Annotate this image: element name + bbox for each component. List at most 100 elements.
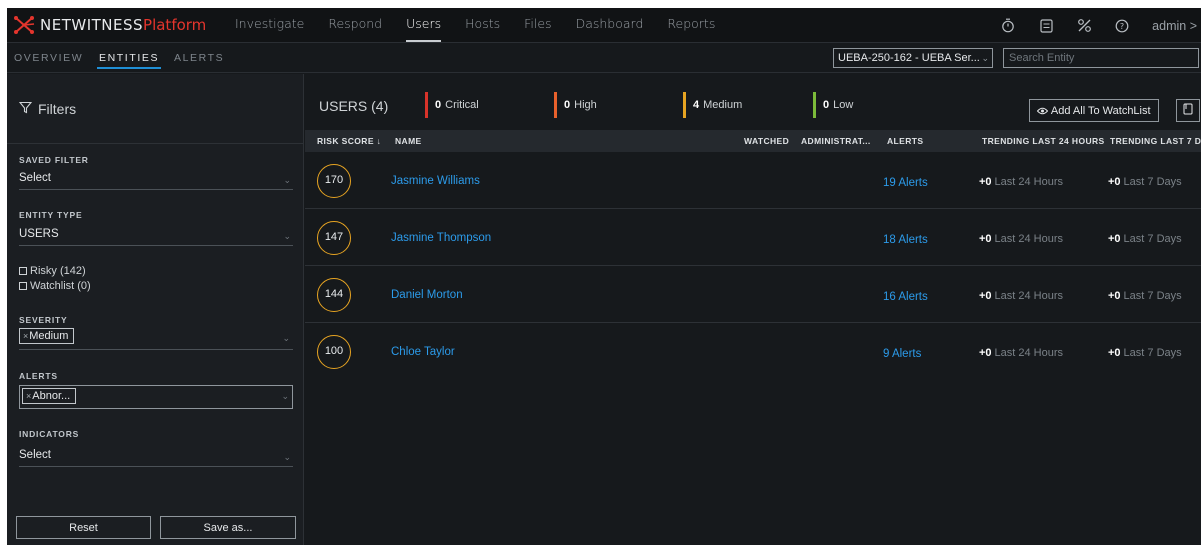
remove-tag-icon[interactable]: × — [23, 331, 28, 341]
add-all-to-watchlist-label: Add All To WatchList — [1050, 104, 1151, 117]
host-select[interactable]: UEBA-250-162 - UEBA Ser... ⌄ — [833, 48, 993, 68]
trend-value: +0 — [1108, 347, 1121, 359]
column-name[interactable]: NAME — [395, 136, 422, 146]
save-as-button[interactable]: Save as... — [160, 516, 296, 539]
trend-label: Last 7 Days — [1123, 290, 1182, 302]
severity-critical[interactable]: 0 Critical — [425, 92, 479, 118]
trending-24h: +0 Last 24 Hours — [979, 290, 1063, 302]
alerts-select[interactable]: ×Abnor... ⌄ — [19, 385, 293, 409]
alerts-tag[interactable]: ×Abnor... — [22, 388, 77, 404]
nav-reports[interactable]: Reports — [667, 8, 715, 43]
remove-tag-icon[interactable]: × — [26, 391, 31, 401]
severity-select[interactable]: ×Medium ⌄ — [19, 328, 293, 350]
chevron-down-icon: ⌄ — [981, 53, 989, 63]
severity-color-bar — [425, 92, 428, 118]
entity-type-select[interactable]: USERS ⌄ — [19, 226, 293, 246]
trend-value: +0 — [979, 290, 992, 302]
entity-type-value: USERS — [19, 228, 59, 240]
host-select-value: UEBA-250-162 - UEBA Ser... — [838, 52, 980, 64]
severity-label: SEVERITY — [19, 315, 68, 325]
risky-checkbox[interactable]: Risky (142) — [19, 265, 86, 277]
export-button[interactable] — [1176, 99, 1200, 122]
filters-panel: Filters SAVED FILTER Select ⌄ ENTITY TYP… — [7, 74, 304, 545]
trending-24h: +0 Last 24 Hours — [979, 176, 1063, 188]
eye-icon — [1037, 105, 1050, 117]
column-risk-score[interactable]: RISK SCORE ↓ — [317, 136, 381, 146]
risk-score-badge: 144 — [317, 278, 351, 312]
trend-value: +0 — [1108, 176, 1121, 188]
checkbox-icon — [19, 282, 27, 290]
export-icon — [1183, 103, 1193, 118]
severity-color-bar — [813, 92, 816, 118]
saved-filter-label: SAVED FILTER — [19, 155, 89, 165]
checkbox-icon — [19, 267, 27, 275]
trend-label: Last 24 Hours — [994, 290, 1064, 302]
nav-dashboard[interactable]: Dashboard — [576, 8, 644, 43]
severity-count: 0 — [823, 99, 830, 111]
trending-7d: +0 Last 7 Days — [1108, 233, 1182, 245]
column-administrator[interactable]: ADMINISTRAT... — [801, 136, 871, 146]
alerts-label: ALERTS — [19, 371, 58, 381]
alerts-link[interactable]: 16 Alerts — [883, 291, 928, 303]
trending-24h: +0 Last 24 Hours — [979, 233, 1063, 245]
severity-count: 0 — [564, 99, 571, 111]
nav-respond[interactable]: Respond — [328, 8, 382, 43]
calculator-icon[interactable] — [1038, 18, 1054, 34]
severity-high[interactable]: 0 High — [554, 92, 597, 118]
chevron-down-icon: ⌄ — [282, 333, 290, 343]
column-trending-7d[interactable]: TRENDING LAST 7 DAYS — [1110, 136, 1201, 146]
tools-icon[interactable] — [1076, 18, 1092, 34]
users-count-title: USERS (4) — [319, 98, 389, 114]
filter-icon — [18, 101, 33, 117]
reset-button[interactable]: Reset — [16, 516, 151, 539]
entities-main: USERS (4) 0 Critical 0 High 4 Medium 0 L… — [305, 74, 1201, 545]
user-name-link[interactable]: Jasmine Williams — [391, 175, 480, 187]
alerts-link[interactable]: 9 Alerts — [883, 348, 921, 360]
alerts-link[interactable]: 18 Alerts — [883, 234, 928, 246]
tab-alerts[interactable]: ALERTS — [174, 52, 224, 64]
user-name-link[interactable]: Jasmine Thompson — [391, 232, 491, 244]
timer-icon[interactable] — [1000, 18, 1016, 34]
trending-24h: +0 Last 24 Hours — [979, 347, 1063, 359]
risk-score-badge: 147 — [317, 221, 351, 255]
alerts-link[interactable]: 19 Alerts — [883, 177, 928, 189]
severity-name: High — [574, 99, 597, 111]
nav-hosts[interactable]: Hosts — [465, 8, 500, 43]
netwitness-logo[interactable]: NETWITNESS Platform — [13, 15, 206, 35]
saved-filter-select[interactable]: Select ⌄ — [19, 170, 293, 190]
column-trending-24h[interactable]: TRENDING LAST 24 HOURS — [982, 136, 1105, 146]
nav-files[interactable]: Files — [524, 8, 551, 43]
severity-tag[interactable]: ×Medium — [19, 328, 75, 344]
help-icon[interactable]: ? — [1114, 18, 1130, 34]
indicators-select[interactable]: Select ⌄ — [19, 447, 293, 467]
severity-low[interactable]: 0 Low — [813, 92, 853, 118]
sub-navigation-bar: OVERVIEW ENTITIES ALERTS UEBA-250-162 - … — [7, 43, 1201, 73]
tab-entities[interactable]: ENTITIES — [96, 52, 162, 69]
user-name-link[interactable]: Daniel Morton — [391, 289, 463, 301]
saved-filter-value: Select — [19, 172, 51, 184]
trend-label: Last 7 Days — [1123, 233, 1182, 245]
chevron-down-icon: ⌄ — [283, 175, 291, 185]
column-watched[interactable]: WATCHED — [744, 136, 789, 146]
trend-label: Last 24 Hours — [994, 176, 1064, 188]
chevron-down-icon: ⌄ — [281, 391, 289, 401]
search-entity-input[interactable] — [1003, 48, 1199, 68]
user-name-link[interactable]: Chloe Taylor — [391, 346, 455, 358]
severity-color-bar — [554, 92, 557, 118]
top-right-tools: ? admin > — [1000, 8, 1201, 43]
add-all-to-watchlist-button[interactable]: Add All To WatchList — [1029, 99, 1159, 122]
severity-medium[interactable]: 4 Medium — [683, 92, 742, 118]
table-row[interactable]: 170 Jasmine Williams 19 Alerts +0 Last 24… — [305, 152, 1201, 209]
risk-score-badge: 170 — [317, 164, 351, 198]
table-row[interactable]: 100 Chloe Taylor 9 Alerts +0 Last 24 Hour… — [305, 323, 1201, 380]
tab-overview[interactable]: OVERVIEW — [14, 52, 83, 64]
nav-investigate[interactable]: Investigate — [235, 8, 304, 43]
table-row[interactable]: 147 Jasmine Thompson 18 Alerts +0 Last 24… — [305, 209, 1201, 266]
column-alerts[interactable]: ALERTS — [887, 136, 923, 146]
filters-title: Filters — [38, 100, 77, 117]
watchlist-checkbox[interactable]: Watchlist (0) — [19, 280, 91, 292]
nav-users[interactable]: Users — [406, 8, 442, 43]
table-row[interactable]: 144 Daniel Morton 16 Alerts +0 Last 24 Ho… — [305, 266, 1201, 323]
indicators-label: INDICATORS — [19, 429, 80, 439]
user-menu[interactable]: admin > — [1152, 19, 1197, 33]
